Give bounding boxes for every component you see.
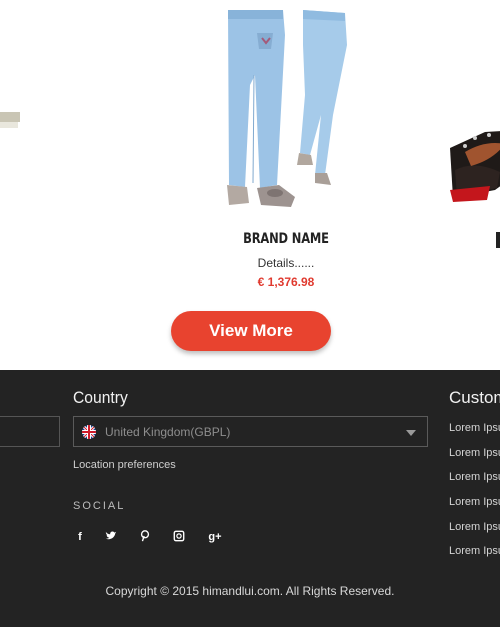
footer: Country United Kingdom(GBPL) Location pr… (0, 370, 500, 627)
country-heading: Country (73, 388, 128, 407)
product-image-jeans[interactable] (215, 5, 360, 215)
customer-link[interactable]: Lorem Ipsum (449, 422, 500, 447)
customer-heading: Customer (449, 388, 500, 407)
google-plus-icon[interactable]: g+ (206, 530, 224, 544)
copyright-text: Copyright © 2015 himandlui.com. All Righ… (105, 584, 395, 598)
product-right-brand-peek (496, 232, 500, 248)
customer-link[interactable]: Lorem Ipsum (449, 471, 500, 496)
newsletter-input-edge[interactable] (0, 416, 60, 447)
product-details: Details...... (257, 256, 315, 270)
product-brand-name[interactable]: BRAND NAME (215, 231, 356, 247)
customer-links: Lorem Ipsum Lorem Ipsum Lorem Ipsum Lore… (449, 422, 500, 570)
country-selected-value: United Kingdom(GBPL) (105, 425, 231, 439)
twitter-icon[interactable] (104, 530, 118, 544)
product-image-left[interactable] (0, 0, 20, 130)
chevron-down-icon (406, 430, 416, 436)
social-heading: SOCIAL (73, 500, 126, 512)
country-select[interactable]: United Kingdom(GBPL) (73, 416, 428, 447)
customer-link[interactable]: Lorem Ipsum (449, 545, 500, 570)
customer-link[interactable]: Lorem Ipsum (449, 496, 500, 521)
page: BRAND NAME Details...... € 1,376.98 View… (0, 0, 500, 627)
product-carousel: BRAND NAME Details...... € 1,376.98 View… (0, 0, 500, 370)
product-image-right[interactable] (445, 110, 500, 205)
instagram-icon[interactable] (172, 530, 186, 544)
facebook-icon[interactable]: f (73, 530, 87, 544)
pinterest-icon[interactable] (138, 530, 152, 544)
view-more-button[interactable]: View More (171, 311, 331, 351)
location-preferences-link[interactable]: Location preferences (73, 459, 176, 471)
customer-link[interactable]: Lorem Ipsum (449, 447, 500, 472)
product-price: € 1,376.98 (257, 275, 315, 289)
uk-flag-icon (82, 425, 96, 439)
customer-link[interactable]: Lorem Ipsum (449, 521, 500, 546)
